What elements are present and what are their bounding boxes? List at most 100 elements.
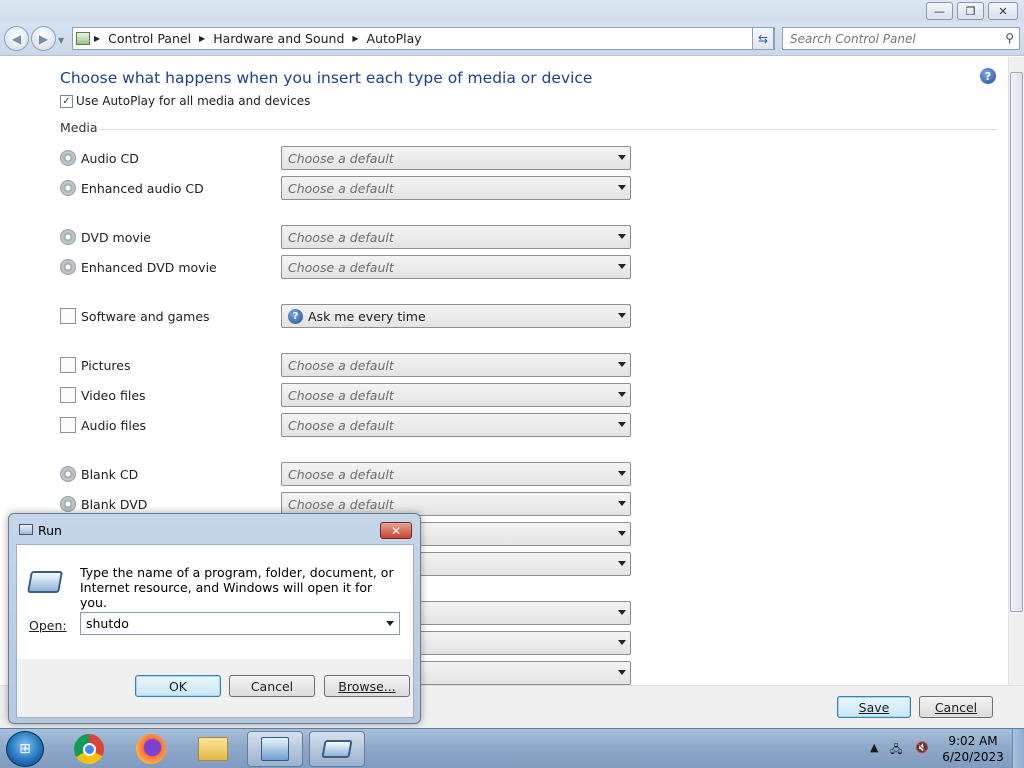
dropdown-value: Choose a default: [288, 229, 394, 245]
close-window-button[interactable]: ✕: [988, 2, 1018, 20]
ok-button[interactable]: OK: [135, 675, 221, 697]
blank-dvd-icon: [60, 496, 76, 512]
media-row-dvd-movie: DVD movie Choose a default: [60, 225, 640, 249]
vertical-scrollbar[interactable]: [1008, 57, 1024, 685]
breadcrumb-autoplay[interactable]: AutoPlay: [363, 31, 426, 46]
chevron-down-icon: [618, 670, 626, 675]
enhanced-dvd-movie-default-dropdown[interactable]: Choose a default: [281, 255, 631, 279]
dropdown-value: Choose a default: [288, 417, 394, 433]
run-icon: [321, 740, 353, 758]
question-icon: ?: [288, 308, 303, 324]
media-row-label: Software and games: [81, 309, 210, 324]
taskbar-chrome[interactable]: [61, 731, 117, 767]
run-close-button[interactable]: ✕: [380, 522, 412, 539]
blank-cd-default-dropdown[interactable]: Choose a default: [281, 462, 631, 486]
dvd-movie-default-dropdown[interactable]: Choose a default: [281, 225, 631, 249]
chevron-down-icon: [618, 155, 626, 160]
chevron-down-icon: [618, 422, 626, 427]
enhanced-audio-cd-default-dropdown[interactable]: Choose a default: [281, 176, 631, 200]
start-button[interactable]: ⊞: [6, 731, 44, 767]
breadcrumb-hardware-and-sound[interactable]: Hardware and Sound: [209, 31, 348, 46]
run-cancel-button[interactable]: Cancel: [229, 675, 315, 697]
audio-files-default-dropdown[interactable]: Choose a default: [281, 413, 631, 437]
chevron-down-icon: [618, 640, 626, 645]
media-section-title: Media: [60, 120, 98, 135]
chevron-down-icon[interactable]: [386, 621, 394, 626]
media-row-blank-cd: Blank CD Choose a default: [60, 462, 640, 486]
search-box[interactable]: ⚲: [782, 27, 1020, 50]
breadcrumb-separator-icon: ▶: [199, 34, 206, 43]
dropdown-value: Choose a default: [288, 466, 394, 482]
taskbar-firefox[interactable]: [123, 731, 179, 767]
minimize-button[interactable]: —: [926, 2, 953, 20]
save-button[interactable]: Save: [837, 696, 911, 718]
scrollbar-thumb[interactable]: [1010, 72, 1023, 612]
open-combobox[interactable]: [80, 612, 400, 635]
show-hidden-icons-icon[interactable]: ▲: [870, 741, 878, 754]
run-dialog-body: Type the name of a program, folder, docu…: [16, 544, 414, 718]
run-dialog: Run ✕ Type the name of a program, folder…: [8, 513, 421, 724]
breadcrumb-separator-icon: ▶: [352, 34, 359, 43]
taskbar-file-explorer[interactable]: [185, 731, 241, 767]
media-row-software-and-games: Software and games ? Ask me every time: [60, 304, 640, 328]
taskbar-run[interactable]: [309, 731, 365, 767]
blank-cd-icon: [60, 466, 76, 482]
taskbar-control-panel[interactable]: [247, 731, 303, 767]
forward-arrow-icon: ▶: [38, 31, 49, 46]
software-games-default-dropdown[interactable]: ? Ask me every time: [281, 304, 631, 328]
run-dialog-panel: Type the name of a program, folder, docu…: [17, 545, 413, 659]
address-bar[interactable]: ▶ Control Panel ▶ Hardware and Sound ▶ A…: [72, 27, 775, 50]
audio-cd-default-dropdown[interactable]: Choose a default: [281, 146, 631, 170]
search-icon[interactable]: ⚲: [1005, 31, 1014, 45]
chevron-down-icon: [618, 471, 626, 476]
close-icon: ✕: [390, 523, 402, 538]
chevron-down-icon: [618, 234, 626, 239]
system-clock[interactable]: 9:02 AM 6/20/2023: [940, 733, 1006, 765]
help-icon[interactable]: ?: [980, 68, 996, 84]
clock-time: 9:02 AM: [948, 734, 998, 748]
forward-button[interactable]: ▶: [31, 26, 56, 51]
media-row-label: Pictures: [81, 358, 131, 373]
cancel-button[interactable]: Cancel: [919, 696, 993, 718]
search-input[interactable]: [790, 31, 990, 46]
close-icon: ✕: [998, 4, 1008, 18]
dropdown-value: Ask me every time: [308, 308, 426, 324]
breadcrumb-control-panel[interactable]: Control Panel: [104, 31, 195, 46]
breadcrumb-separator-icon: ▶: [94, 34, 101, 43]
chevron-down-icon: [618, 561, 626, 566]
checkmark-icon[interactable]: ✓: [60, 94, 73, 108]
back-button[interactable]: ◀: [4, 26, 29, 51]
browse-button[interactable]: Browse...: [324, 675, 410, 697]
minimize-icon: —: [934, 4, 945, 18]
media-row-label: Enhanced DVD movie: [81, 260, 217, 275]
media-row-enhanced-dvd-movie: Enhanced DVD movie Choose a default: [60, 255, 640, 279]
dvd-movie-icon: [60, 229, 76, 245]
pictures-default-dropdown[interactable]: Choose a default: [281, 353, 631, 377]
open-input[interactable]: [86, 616, 366, 631]
taskbar: ⊞ ▲ 🖧 🔇 9:02 AM 6/20/2023: [0, 728, 1024, 768]
open-label: Open:: [29, 618, 67, 633]
page-title: Choose what happens when you insert each…: [60, 69, 593, 87]
media-row-label: Enhanced audio CD: [81, 181, 204, 196]
refresh-button[interactable]: ⇆: [752, 27, 774, 50]
media-row-label: Audio CD: [81, 151, 139, 166]
show-desktop-button[interactable]: [1012, 729, 1024, 768]
restore-button[interactable]: ❐: [957, 2, 984, 20]
run-icon: [19, 524, 33, 535]
chrome-icon: [74, 734, 104, 764]
enhanced-dvd-movie-icon: [60, 259, 76, 275]
refresh-icon: ⇆: [757, 31, 769, 46]
dropdown-value: Choose a default: [288, 357, 394, 373]
media-row-label: DVD movie: [81, 230, 151, 245]
browse-button-label: Browse...: [338, 678, 396, 694]
run-program-icon: [27, 571, 63, 593]
network-icon[interactable]: 🖧: [890, 741, 902, 760]
recent-pages-icon[interactable]: ▼: [58, 36, 64, 45]
clock-date: 6/20/2023: [942, 750, 1004, 764]
use-autoplay-checkbox[interactable]: ✓ Use AutoPlay for all media and devices: [60, 94, 310, 108]
audio-files-icon: [60, 417, 76, 433]
chevron-down-icon: [618, 610, 626, 615]
volume-muted-icon[interactable]: 🔇: [915, 741, 929, 754]
navigation-bar: ◀ ▶ ▼ ▶ Control Panel ▶ Hardware and Sou…: [0, 22, 1024, 56]
video-files-default-dropdown[interactable]: Choose a default: [281, 383, 631, 407]
